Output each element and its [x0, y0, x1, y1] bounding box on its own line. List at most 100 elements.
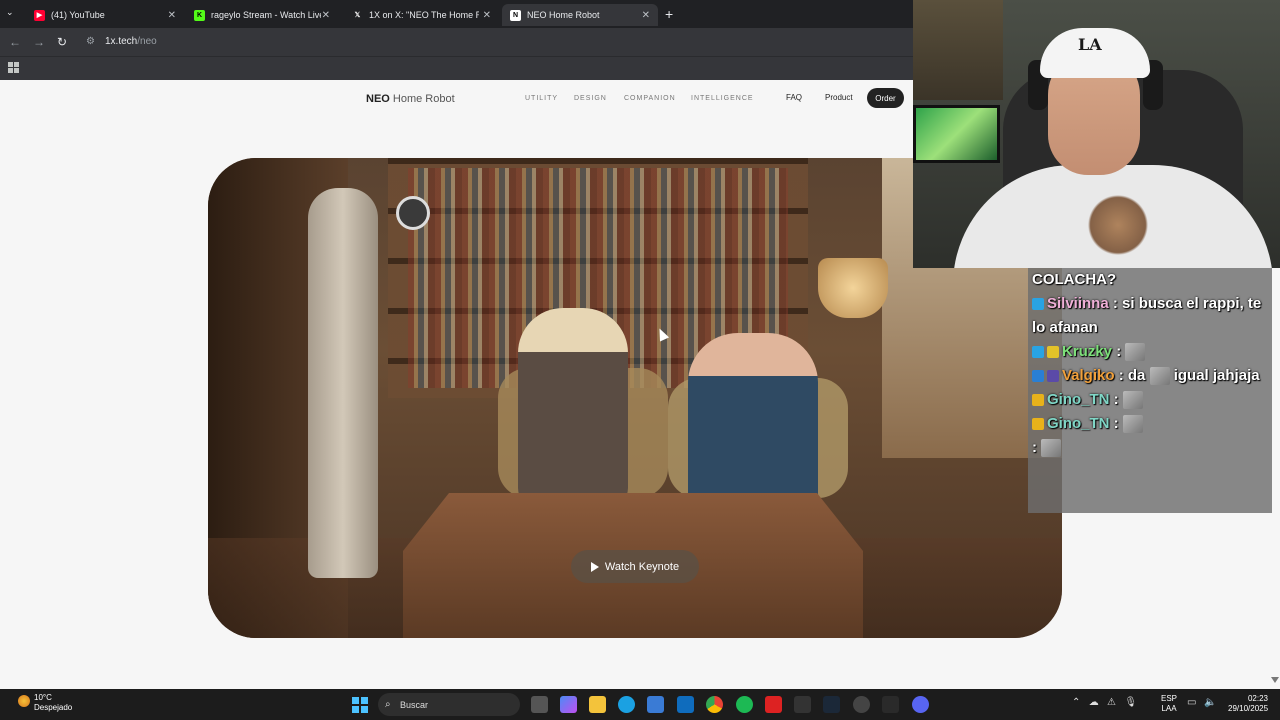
watch-keynote-button[interactable]: Watch Keynote: [571, 550, 699, 583]
url-domain: 1x.tech: [105, 36, 138, 47]
lamp: [818, 258, 888, 318]
sword-badge-icon: [1032, 370, 1044, 383]
chat-text: COLACHA?: [1032, 271, 1117, 288]
chat-message: Gino_TN :: [1032, 388, 1268, 412]
emote-badge-icon: [1047, 346, 1059, 359]
cube-badge-icon: [1032, 346, 1044, 359]
epic-games-icon[interactable]: [882, 696, 899, 713]
chat-username: Valgiko: [1062, 367, 1115, 384]
task-view-icon[interactable]: [531, 696, 548, 713]
app-icon[interactable]: [794, 696, 811, 713]
webcam-overlay: LA: [913, 0, 1280, 268]
emote-badge-icon: [1047, 370, 1059, 383]
chat-text: :: [1113, 391, 1119, 408]
chat-text: igual jahjaja: [1173, 367, 1260, 384]
tab-title: rageylo Stream - Watch Live on: [211, 10, 321, 20]
neo-robot-figure: [308, 188, 378, 578]
shirt-logo: [1078, 195, 1158, 255]
weather-temp: 10°C: [34, 693, 52, 702]
windows-taskbar: 10°C Despejado ⌕ Buscar ⌃ ☁ ⚠ 🎙 ESP LAA ▭ …: [0, 689, 1280, 720]
nav-companion[interactable]: COMPANION: [624, 95, 676, 102]
copilot-icon[interactable]: [560, 696, 577, 713]
discord-icon[interactable]: [912, 696, 929, 713]
chat-text: : da: [1118, 367, 1146, 384]
clock[interactable]: 02:23 29/10/2025: [1228, 694, 1268, 714]
spotify-icon[interactable]: [736, 696, 753, 713]
forward-arrow-icon[interactable]: →: [33, 35, 45, 49]
crown-badge-icon: [1032, 418, 1044, 431]
chat-username: Kruzky: [1062, 343, 1113, 360]
tab-neo[interactable]: N NEO Home Robot ✕: [502, 4, 658, 26]
reload-icon[interactable]: ↻: [57, 35, 67, 49]
kick-icon: K: [194, 9, 205, 21]
close-icon[interactable]: ✕: [483, 10, 491, 21]
edge-icon[interactable]: [618, 696, 635, 713]
app-icon[interactable]: [765, 696, 782, 713]
back-arrow-icon[interactable]: ←: [9, 35, 21, 49]
close-icon[interactable]: ✕: [322, 10, 330, 21]
brand-bold: NEO: [366, 93, 390, 105]
crown-badge-icon: [1032, 394, 1044, 407]
nav-intelligence[interactable]: INTELLIGENCE: [691, 95, 754, 102]
tab-title: (41) YouTube: [51, 10, 105, 20]
file-explorer-icon[interactable]: [589, 696, 606, 713]
chat-username: Silviinna: [1047, 295, 1109, 312]
product-link[interactable]: Product: [825, 93, 853, 102]
url-path: /neo: [137, 36, 157, 47]
windows-start-icon[interactable]: [352, 697, 368, 713]
chat-message: COLACHA?: [1032, 268, 1268, 292]
apps-grid-icon[interactable]: [8, 62, 19, 73]
outlook-icon[interactable]: [677, 696, 694, 713]
emote-icon: [1122, 415, 1143, 434]
new-tab-plus-icon[interactable]: +: [665, 6, 673, 22]
robot-head: [396, 196, 430, 230]
chat-text: :: [1113, 415, 1119, 432]
brand-rest: Home Robot: [392, 93, 455, 105]
emote-icon: [1125, 343, 1146, 362]
language-indicator[interactable]: ESP LAA: [1161, 694, 1177, 714]
tab-title: NEO Home Robot: [527, 10, 600, 20]
chat-text: :: [1032, 439, 1037, 456]
chat-message: :: [1032, 436, 1268, 460]
tab-x[interactable]: 𝕏 1X on X: "NEO The Home Robo ✕: [344, 4, 499, 26]
tab-kick[interactable]: K rageylo Stream - Watch Live on ✕: [186, 4, 338, 26]
order-button[interactable]: Order: [867, 88, 904, 108]
weather-desc: Despejado: [34, 703, 73, 712]
volume-icon[interactable]: 🔈: [1204, 697, 1216, 708]
x-icon: 𝕏: [354, 12, 361, 19]
tab-youtube[interactable]: ▶ (41) YouTube ✕: [26, 4, 184, 26]
chat-message: Kruzky :: [1032, 340, 1268, 364]
play-icon: [590, 561, 599, 572]
chat-username: Gino_TN: [1047, 391, 1110, 408]
close-icon[interactable]: ✕: [642, 10, 650, 21]
emote-icon: [1149, 367, 1170, 386]
taskbar-search[interactable]: ⌕ Buscar: [378, 693, 520, 716]
tab-title: 1X on X: "NEO The Home Robo: [369, 10, 479, 20]
site-logo[interactable]: NEO Home Robot: [366, 93, 455, 105]
close-icon[interactable]: ✕: [168, 10, 176, 21]
chat-message: Gino_TN :: [1032, 412, 1268, 436]
scroll-down-icon[interactable]: [1271, 677, 1279, 683]
url-field[interactable]: 1x.tech/neo: [105, 36, 157, 47]
tab-search-chevron-icon[interactable]: ⌄: [6, 7, 14, 18]
steam-icon[interactable]: [823, 696, 840, 713]
nav-utility[interactable]: UTILITY: [525, 95, 558, 102]
weather-widget[interactable]: 10°C Despejado: [18, 693, 73, 713]
keynote-label: Watch Keynote: [604, 560, 680, 573]
system-tray[interactable]: ⌃ ☁ ⚠ 🎙: [1072, 697, 1137, 708]
chrome-icon[interactable]: [706, 696, 723, 713]
webcam-monitor: [913, 105, 1000, 163]
app-icon[interactable]: [853, 696, 870, 713]
nav-design[interactable]: DESIGN: [574, 95, 607, 102]
site-info-icon[interactable]: ⚙: [86, 36, 95, 47]
chat-message: Silviinna : si busca el rappi, te lo afa…: [1032, 292, 1268, 340]
network-icon[interactable]: ▭: [1187, 697, 1196, 708]
neo-icon: N: [510, 9, 521, 21]
store-icon[interactable]: [647, 696, 664, 713]
clock-date: 29/10/2025: [1228, 704, 1269, 713]
youtube-icon: ▶: [34, 9, 45, 21]
man-figure: [688, 333, 818, 513]
faq-link[interactable]: FAQ: [786, 93, 802, 102]
cube-badge-icon: [1032, 298, 1044, 311]
lang-code: ESP: [1161, 694, 1178, 703]
